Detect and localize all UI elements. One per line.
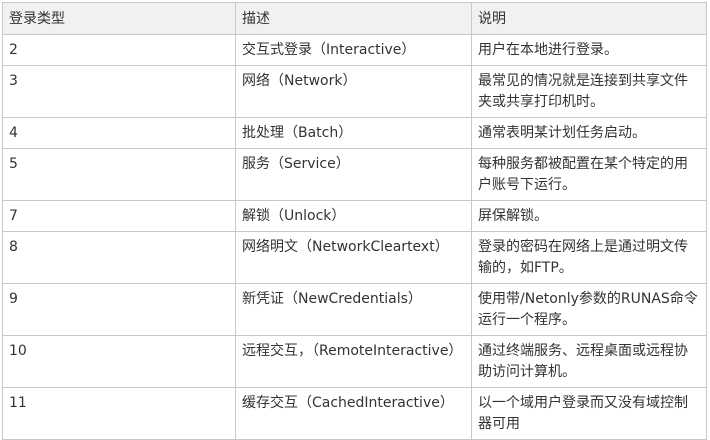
cell-description: 缓存交互（CachedInteractive） [235, 387, 472, 440]
cell-description: 网络明文（NetworkCleartext） [235, 231, 472, 284]
cell-logon-type: 9 [2, 283, 236, 336]
cell-explanation: 通过终端服务、远程桌面或远程协助访问计算机。 [471, 335, 707, 388]
table-row: 4 批处理（Batch） 通常表明某计划任务启动。 [2, 117, 707, 149]
cell-description: 新凭证（NewCredentials） [235, 283, 472, 336]
table-row: 3 网络（Network） 最常见的情况就是连接到共享文件夹或共享打印机时。 [2, 65, 707, 118]
header-explanation: 说明 [471, 2, 707, 35]
cell-explanation: 登录的密码在网络上是通过明文传输的，如FTP。 [471, 231, 707, 284]
cell-logon-type: 2 [2, 34, 236, 66]
table-row: 10 远程交互，（RemoteInteractive） 通过终端服务、远程桌面或… [2, 335, 707, 388]
cell-logon-type: 4 [2, 117, 236, 149]
cell-explanation: 使用带/Netonly参数的RUNAS命令运行一个程序。 [471, 283, 707, 336]
table-row: 9 新凭证（NewCredentials） 使用带/Netonly参数的RUNA… [2, 283, 707, 336]
cell-logon-type: 10 [2, 335, 236, 388]
cell-description: 交互式登录（Interactive） [235, 34, 472, 66]
cell-logon-type: 5 [2, 148, 236, 201]
cell-logon-type: 11 [2, 387, 236, 440]
cell-explanation: 每种服务都被配置在某个特定的用户账号下运行。 [471, 148, 707, 201]
cell-logon-type: 8 [2, 231, 236, 284]
cell-description: 服务（Service） [235, 148, 472, 201]
cell-description: 远程交互，（RemoteInteractive） [235, 335, 472, 388]
table-row: 8 网络明文（NetworkCleartext） 登录的密码在网络上是通过明文传… [2, 231, 707, 284]
table-row: 11 缓存交互（CachedInteractive） 以一个域用户登录而又没有域… [2, 387, 707, 440]
table-header-row: 登录类型 描述 说明 [2, 2, 707, 35]
cell-explanation: 以一个域用户登录而又没有域控制器可用 [471, 387, 707, 440]
cell-explanation: 最常见的情况就是连接到共享文件夹或共享打印机时。 [471, 65, 707, 118]
cell-explanation: 用户在本地进行登录。 [471, 34, 707, 66]
cell-description: 批处理（Batch） [235, 117, 472, 149]
logon-type-table-container: 登录类型 描述 说明 2 交互式登录（Interactive） 用户在本地进行登… [0, 0, 710, 440]
table-row: 5 服务（Service） 每种服务都被配置在某个特定的用户账号下运行。 [2, 148, 707, 201]
cell-description: 解锁（Unlock） [235, 200, 472, 232]
cell-description: 网络（Network） [235, 65, 472, 118]
table-row: 7 解锁（Unlock） 屏保解锁。 [2, 200, 707, 232]
cell-explanation: 通常表明某计划任务启动。 [471, 117, 707, 149]
header-description: 描述 [235, 2, 472, 35]
cell-logon-type: 7 [2, 200, 236, 232]
header-logon-type: 登录类型 [2, 2, 236, 35]
cell-explanation: 屏保解锁。 [471, 200, 707, 232]
table-row: 2 交互式登录（Interactive） 用户在本地进行登录。 [2, 34, 707, 66]
logon-type-table: 登录类型 描述 说明 2 交互式登录（Interactive） 用户在本地进行登… [2, 2, 707, 440]
cell-logon-type: 3 [2, 65, 236, 118]
